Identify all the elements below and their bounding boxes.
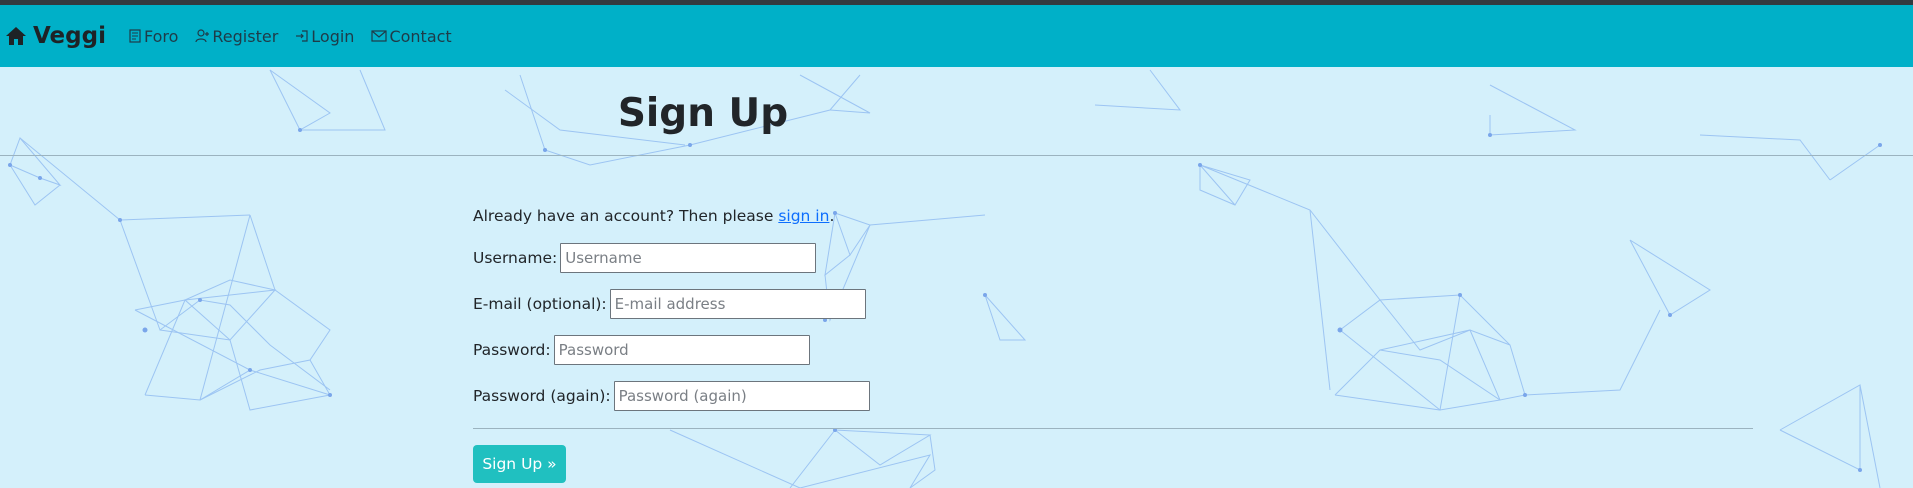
- page-title: Sign Up: [617, 91, 789, 136]
- nav-item-login-label: Login: [311, 26, 355, 46]
- title-divider: [0, 155, 1913, 156]
- nav-item-login[interactable]: Login: [295, 27, 354, 46]
- nav-item-contact-label: Contact: [389, 26, 452, 46]
- password-row: Password:: [473, 335, 810, 365]
- nav-item-register[interactable]: Register: [195, 27, 278, 46]
- email-input[interactable]: [609, 289, 866, 319]
- nav-item-foro-label: Foro: [143, 26, 179, 46]
- home-icon: [6, 27, 26, 45]
- mail-icon: [371, 30, 388, 42]
- username-input[interactable]: [560, 243, 817, 273]
- password-again-label: Password (again):: [473, 387, 611, 405]
- brand-label: Veggi: [33, 23, 106, 49]
- password-label: Password:: [473, 341, 551, 359]
- navbar: Veggi Foro Register Login Contact: [0, 5, 1913, 67]
- form-divider: [473, 428, 1753, 429]
- username-label: Username:: [473, 249, 558, 267]
- signin-prompt: Already have an account? Then please sig…: [473, 205, 834, 227]
- nav-item-contact[interactable]: Contact: [371, 26, 452, 46]
- signin-prompt-end: .: [829, 207, 835, 225]
- brand-link[interactable]: Veggi: [5, 23, 106, 49]
- login-icon: [296, 30, 308, 42]
- password-again-input[interactable]: [613, 381, 870, 411]
- password-input[interactable]: [553, 335, 810, 365]
- password-again-row: Password (again):: [473, 381, 870, 411]
- register-icon: [195, 29, 210, 43]
- sign-up-button[interactable]: Sign Up »: [473, 445, 566, 483]
- signin-prompt-text: Already have an account? Then please: [473, 207, 779, 225]
- nav-item-register-label: Register: [212, 26, 279, 46]
- sign-in-link[interactable]: sign in: [778, 207, 829, 225]
- username-row: Username:: [473, 243, 817, 273]
- nav-item-foro[interactable]: Foro: [128, 27, 178, 46]
- email-row: E-mail (optional):: [473, 289, 866, 319]
- forum-icon: [129, 29, 141, 43]
- email-label: E-mail (optional):: [473, 295, 607, 313]
